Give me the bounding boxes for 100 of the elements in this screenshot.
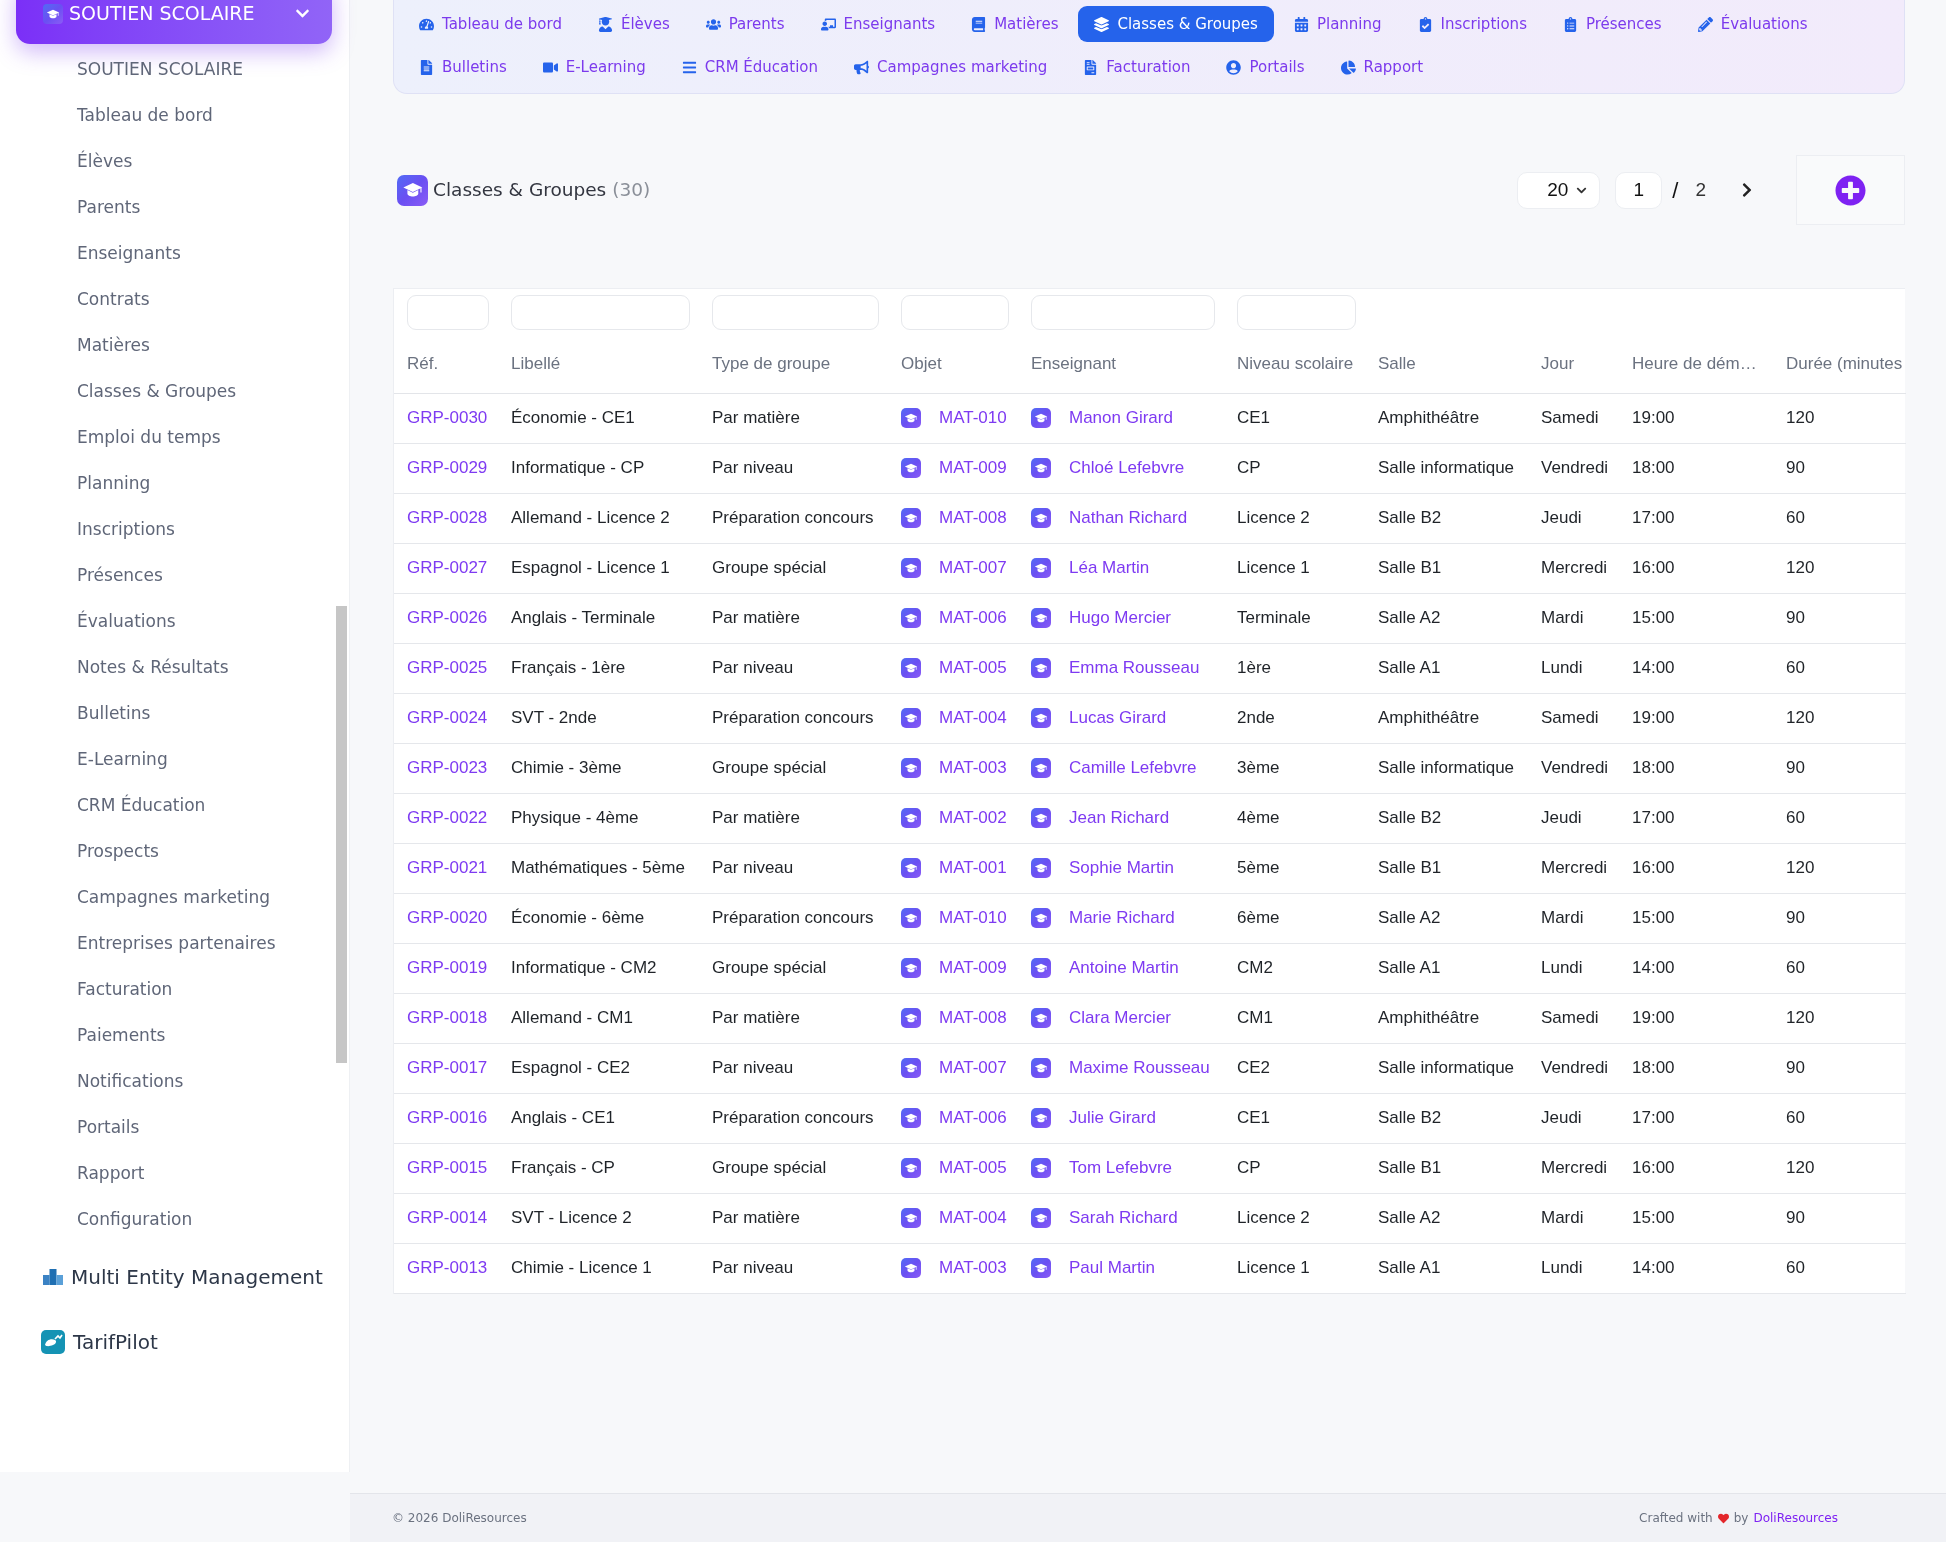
record-link[interactable]: Nathan Richard (1069, 505, 1188, 531)
nav-tab[interactable]: Portails (1210, 49, 1321, 85)
column-header[interactable]: Jour (1541, 335, 1632, 393)
record-link[interactable]: Antoine Martin (1069, 955, 1179, 981)
filter-field[interactable] (511, 294, 690, 330)
sidebar-item[interactable]: Campagnes marketing (77, 885, 270, 911)
nav-tab[interactable]: Classes & Groupes (1078, 6, 1274, 42)
record-link[interactable]: MAT-004 (939, 705, 1007, 731)
nav-tab[interactable]: E-Learning (526, 49, 662, 85)
record-link[interactable]: MAT-010 (939, 905, 1007, 931)
sidebar-item[interactable]: CRM Éducation (77, 793, 206, 819)
sidebar-item[interactable]: Contrats (77, 287, 150, 313)
record-link[interactable]: MAT-009 (939, 955, 1007, 981)
sidebar-item[interactable]: Matières (77, 333, 150, 359)
nav-tab[interactable]: Élèves (581, 6, 686, 42)
record-link[interactable]: GRP-0030 (407, 408, 488, 428)
record-link[interactable]: GRP-0029 (407, 458, 488, 478)
record-link[interactable]: GRP-0026 (407, 608, 488, 628)
record-link[interactable]: GRP-0027 (407, 558, 488, 578)
record-link[interactable]: Maxime Rousseau (1069, 1055, 1210, 1081)
nav-tab[interactable]: Planning (1277, 6, 1398, 42)
next-page-button[interactable] (1740, 182, 1754, 198)
sidebar-item[interactable]: Prospects (77, 839, 159, 865)
record-link[interactable]: MAT-010 (939, 405, 1007, 431)
record-link[interactable]: MAT-003 (939, 1255, 1007, 1281)
sidebar-item[interactable]: Portails (77, 1115, 140, 1141)
record-link[interactable]: GRP-0022 (407, 808, 488, 828)
sidebar-item[interactable]: E-Learning (77, 747, 168, 773)
record-link[interactable]: GRP-0028 (407, 508, 488, 528)
nav-tab[interactable]: Parents (689, 6, 801, 42)
module-link[interactable]: TarifPilot (73, 1327, 158, 1357)
nav-tab[interactable]: Tableau de bord (403, 6, 578, 42)
nav-tab[interactable]: Rapport (1324, 49, 1440, 85)
record-link[interactable]: GRP-0021 (407, 858, 488, 878)
record-link[interactable]: GRP-0023 (407, 758, 488, 778)
filter-field[interactable] (407, 294, 489, 330)
credit-link[interactable]: DoliResources (1753, 1509, 1838, 1527)
sidebar-item[interactable]: Classes & Groupes (77, 379, 237, 405)
record-link[interactable]: MAT-007 (939, 555, 1007, 581)
sidebar-item[interactable]: Entreprises partenaires (77, 931, 276, 957)
record-link[interactable]: Léa Martin (1069, 555, 1150, 581)
record-link[interactable]: MAT-002 (939, 805, 1007, 831)
record-link[interactable]: GRP-0019 (407, 958, 488, 978)
record-link[interactable]: GRP-0020 (407, 908, 488, 928)
nav-tab[interactable]: Bulletins (403, 49, 523, 85)
sidebar-item[interactable]: Configuration (77, 1207, 193, 1233)
module-menu-button[interactable]: SOUTIEN SCOLAIRE (16, 0, 332, 44)
page-size-select[interactable]: 20 (1517, 171, 1601, 209)
filter-field[interactable] (901, 294, 1009, 330)
sidebar-item[interactable]: Rapport (77, 1161, 145, 1187)
nav-tab[interactable]: Présences (1546, 6, 1678, 42)
sidebar-item[interactable]: Présences (77, 563, 163, 589)
sidebar-item[interactable]: Élèves (77, 149, 133, 175)
record-link[interactable]: MAT-007 (939, 1055, 1007, 1081)
add-button[interactable] (1796, 155, 1905, 225)
record-link[interactable]: Marie Richard (1069, 905, 1175, 931)
nav-tab[interactable]: Facturation (1067, 49, 1207, 85)
scrollbar-thumb[interactable] (336, 606, 347, 1063)
record-link[interactable]: GRP-0017 (407, 1058, 488, 1078)
nav-tab[interactable]: Inscriptions (1401, 6, 1543, 42)
record-link[interactable]: MAT-004 (939, 1205, 1007, 1231)
record-link[interactable]: Sophie Martin (1069, 855, 1174, 881)
record-link[interactable]: Camille Lefebvre (1069, 755, 1197, 781)
sidebar-item[interactable]: Facturation (77, 977, 173, 1003)
column-header[interactable]: Salle (1378, 335, 1541, 393)
sidebar-item[interactable]: Tableau de bord (77, 103, 213, 129)
sidebar-item[interactable]: Emploi du temps (77, 425, 221, 451)
column-header[interactable]: Enseignant (1031, 335, 1237, 393)
record-link[interactable]: MAT-006 (939, 605, 1007, 631)
record-link[interactable]: Emma Rousseau (1069, 655, 1200, 681)
record-link[interactable]: MAT-005 (939, 1155, 1007, 1181)
column-header[interactable]: Libellé (511, 335, 712, 393)
record-link[interactable]: Jean Richard (1069, 805, 1170, 831)
sidebar-item[interactable]: Bulletins (77, 701, 151, 727)
record-link[interactable]: GRP-0018 (407, 1008, 488, 1028)
record-link[interactable]: MAT-001 (939, 855, 1007, 881)
filter-field[interactable] (1237, 294, 1356, 330)
sidebar-item[interactable]: Inscriptions (77, 517, 175, 543)
record-link[interactable]: Hugo Mercier (1069, 605, 1172, 631)
filter-field[interactable] (712, 294, 879, 330)
sidebar-item[interactable]: Notifications (77, 1069, 184, 1095)
record-link[interactable]: Chloé Lefebvre (1069, 455, 1185, 481)
sidebar-item[interactable]: Évaluations (77, 609, 176, 635)
record-link[interactable]: GRP-0015 (407, 1158, 488, 1178)
record-link[interactable]: GRP-0024 (407, 708, 488, 728)
column-header[interactable]: Type de groupe (712, 335, 901, 393)
module-link[interactable]: Multi Entity Management (71, 1262, 323, 1292)
column-header[interactable]: Objet (901, 335, 1031, 393)
sidebar-item[interactable]: Notes & Résultats (77, 655, 229, 681)
sidebar-item[interactable]: Enseignants (77, 241, 181, 267)
record-link[interactable]: Julie Girard (1069, 1105, 1156, 1131)
record-link[interactable]: GRP-0016 (407, 1108, 488, 1128)
sidebar-item[interactable]: Paiements (77, 1023, 166, 1049)
nav-tab[interactable]: Matières (955, 6, 1075, 42)
record-link[interactable]: MAT-009 (939, 455, 1007, 481)
record-link[interactable]: Clara Mercier (1069, 1005, 1172, 1031)
record-link[interactable]: MAT-006 (939, 1105, 1007, 1131)
page-field[interactable]: 1 (1615, 171, 1663, 209)
column-header[interactable]: Heure de dém… (1632, 335, 1786, 393)
record-link[interactable]: GRP-0013 (407, 1258, 488, 1278)
